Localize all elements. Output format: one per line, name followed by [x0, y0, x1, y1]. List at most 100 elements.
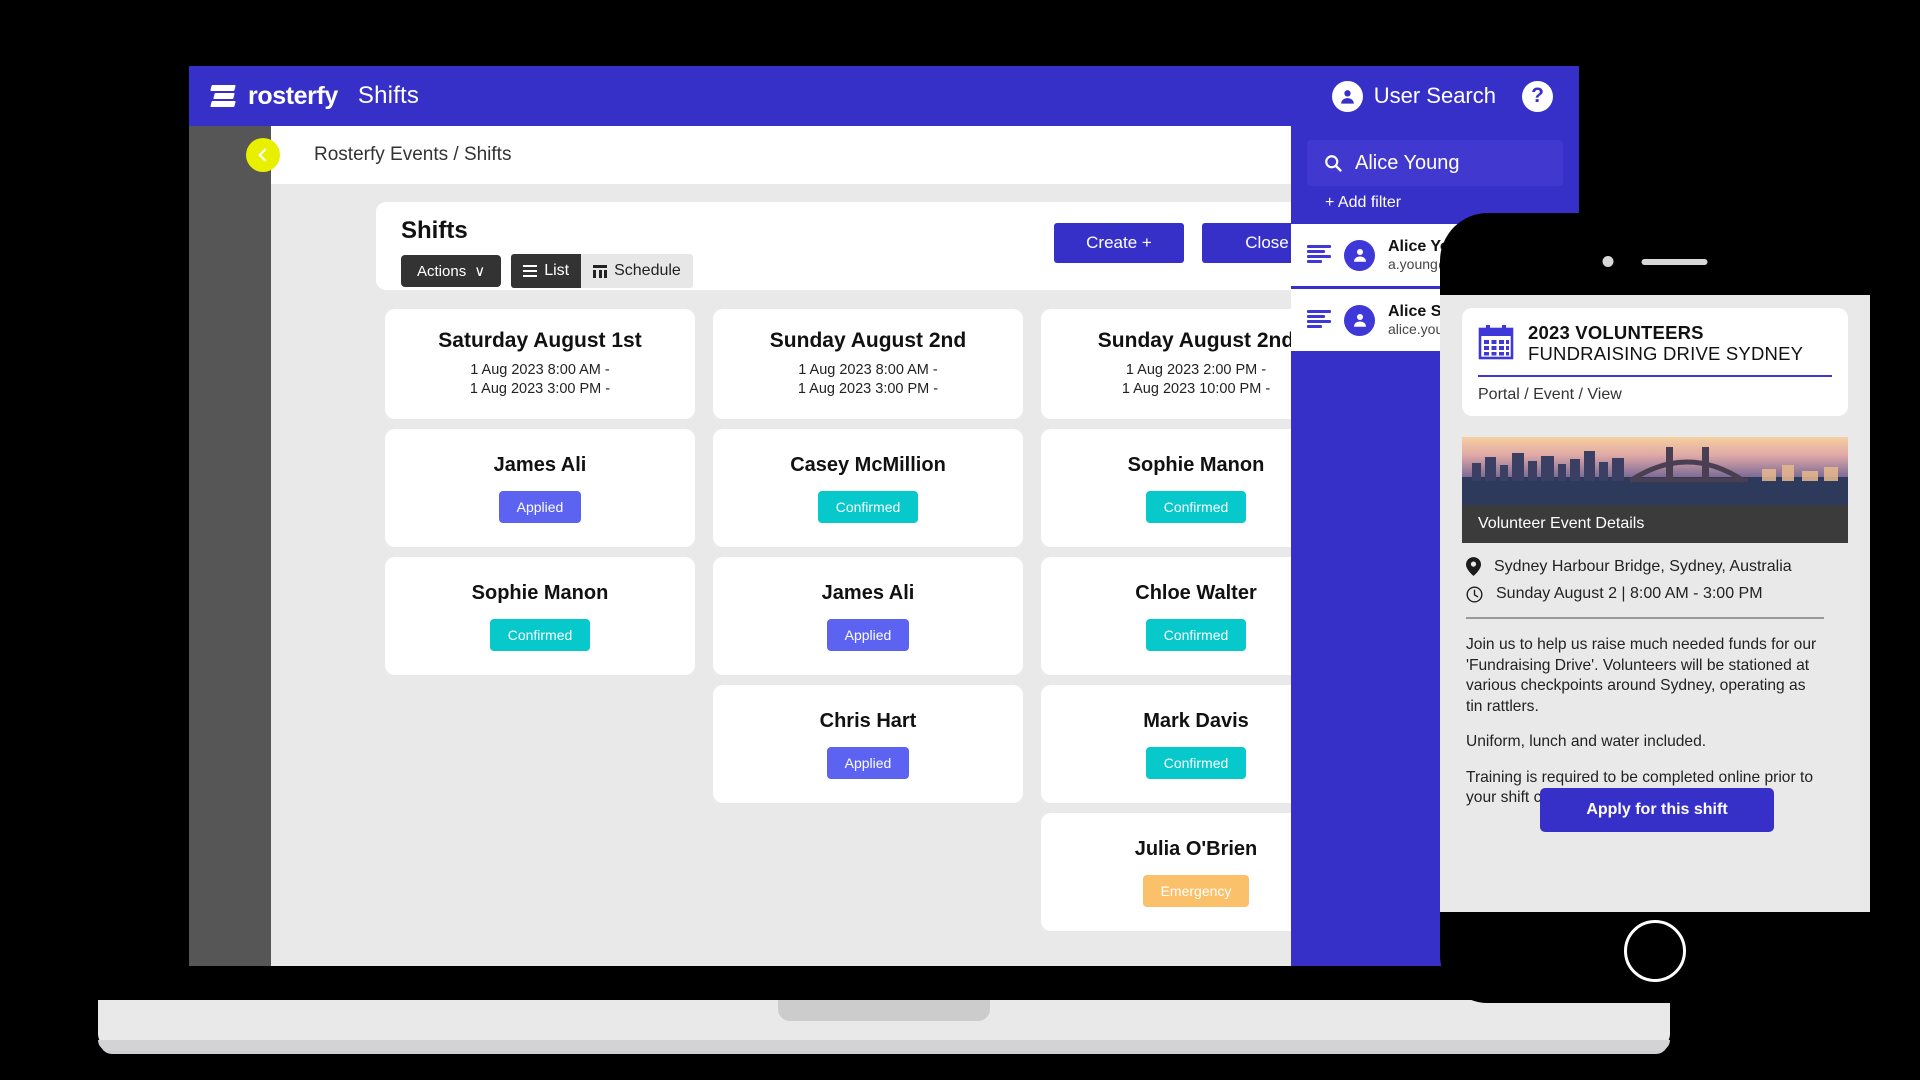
status-badge[interactable]: Applied: [498, 490, 582, 523]
volunteer-name: James Ali: [493, 453, 587, 476]
app-header: rosterfy Shifts User Search ?: [189, 66, 1579, 126]
close-button[interactable]: Close: [1202, 223, 1291, 263]
volunteer-card[interactable]: Chris Hart Applied: [713, 685, 1023, 803]
phone-home-button[interactable]: [1624, 920, 1686, 982]
page-title: Shifts: [357, 82, 420, 109]
volunteer-name: Casey McMillion: [790, 453, 946, 476]
search-input[interactable]: Alice Young: [1307, 140, 1563, 186]
datetime-row: Sunday August 2 | 8:00 AM - 3:00 PM: [1466, 585, 1848, 603]
shift-date-name: Sunday August 2nd: [1097, 329, 1291, 353]
phone-device: 2023 VOLUNTEERS FUNDRAISING DRIVE SYDNEY…: [1440, 213, 1870, 1003]
volunteer-name: Sophie Manon: [471, 581, 609, 604]
phone-speaker-assembly: [1602, 256, 1708, 267]
volunteer-name: Chloe Walter: [1135, 581, 1257, 604]
sidebar-collapse-button[interactable]: [246, 138, 280, 172]
status-badge[interactable]: Emergency: [1142, 874, 1250, 907]
status-badge[interactable]: Applied: [826, 618, 910, 651]
shift-date-name: Saturday August 1st: [438, 329, 642, 353]
grid-icon: [593, 264, 608, 278]
description-paragraph: Join us to help us raise much needed fun…: [1466, 636, 1817, 715]
app-body: Rosterfy Events / Shifts Shifts Actions …: [189, 126, 1579, 966]
shift-date-times: 1 Aug 2023 2:00 PM -1 Aug 2023 10:00 PM …: [1121, 362, 1271, 397]
shift-column: Sunday August 2nd 1 Aug 2023 2:00 PM -1 A…: [1032, 309, 1291, 941]
volunteer-name: Mark Davis: [1143, 709, 1249, 732]
breadcrumb: Rosterfy Events / Shifts: [314, 144, 512, 165]
status-badge[interactable]: Confirmed: [489, 618, 591, 651]
volunteer-card[interactable]: Chloe Walter Confirmed: [1041, 557, 1291, 675]
actions-dropdown[interactable]: Actions ∨: [401, 255, 502, 287]
user-icon: [1331, 80, 1363, 112]
shift-date-times: 1 Aug 2023 8:00 AM -1 Aug 2023 3:00 PM -: [797, 362, 939, 397]
status-badge[interactable]: Confirmed: [817, 490, 919, 523]
shift-date-name: Sunday August 2nd: [769, 329, 967, 353]
shifts-toolbar-card: Shifts Actions ∨ List Schedule Create + …: [376, 202, 1291, 290]
phone-screen: 2023 VOLUNTEERS FUNDRAISING DRIVE SYDNEY…: [1440, 295, 1870, 912]
location-row: Sydney Harbour Bridge, Sydney, Australia: [1466, 557, 1848, 576]
shift-column: Saturday August 1st 1 Aug 2023 8:00 AM -1…: [376, 309, 704, 941]
tab-schedule[interactable]: Schedule: [581, 254, 693, 288]
divider: [1478, 374, 1832, 377]
panel-buttons: Create + Close: [1054, 223, 1291, 263]
empty-slot: [713, 813, 1023, 931]
list-icon: [523, 265, 538, 277]
location-pin-icon: [1466, 557, 1481, 576]
volunteer-card[interactable]: James Ali Applied: [713, 557, 1023, 675]
help-icon[interactable]: ?: [1522, 80, 1553, 112]
user-search-label: User Search: [1373, 83, 1496, 108]
list-lines-icon: [1307, 245, 1331, 265]
status-badge[interactable]: Confirmed: [1145, 618, 1247, 651]
breadcrumb-bar: Rosterfy Events / Shifts: [271, 126, 1291, 184]
volunteer-card[interactable]: James Ali Applied: [385, 429, 695, 547]
tab-list[interactable]: List: [511, 254, 582, 288]
volunteer-name: Sophie Manon: [1127, 453, 1265, 476]
calendar-icon: [1478, 325, 1514, 360]
screenshot-stage: rosterfy Shifts User Search ? Rosterfy E…: [0, 0, 1920, 1080]
status-badge[interactable]: Confirmed: [1145, 746, 1247, 779]
shifts-grid: Saturday August 1st 1 Aug 2023 8:00 AM -1…: [376, 309, 1291, 941]
volunteer-name: Chris Hart: [819, 709, 917, 732]
rosterfy-logo-icon: [210, 83, 237, 109]
location-text: Sydney Harbour Bridge, Sydney, Australia: [1494, 557, 1792, 575]
user-search-button[interactable]: User Search: [1331, 80, 1496, 112]
apply-for-shift-button[interactable]: Apply for this shift: [1540, 788, 1774, 832]
phone-breadcrumb: Portal / Event / View: [1478, 385, 1622, 403]
shift-date-card[interactable]: Saturday August 1st 1 Aug 2023 8:00 AM -1…: [385, 309, 695, 419]
apply-button-row: Apply for this shift: [1466, 788, 1848, 832]
event-title: 2023 VOLUNTEERS FUNDRAISING DRIVE SYDNEY: [1528, 322, 1803, 365]
event-header-card: 2023 VOLUNTEERS FUNDRAISING DRIVE SYDNEY…: [1462, 308, 1848, 416]
datetime-text: Sunday August 2 | 8:00 AM - 3:00 PM: [1496, 585, 1763, 602]
volunteer-name: Julia O'Brien: [1134, 837, 1258, 860]
volunteer-card[interactable]: Mark Davis Confirmed: [1041, 685, 1291, 803]
avatar: [1344, 304, 1375, 336]
create-button[interactable]: Create +: [1054, 223, 1184, 263]
add-filter-link[interactable]: + Add filter: [1325, 194, 1401, 212]
shift-column: Sunday August 2nd 1 Aug 2023 8:00 AM -1 A…: [704, 309, 1032, 941]
brand-name: rosterfy: [248, 81, 338, 110]
event-header-row: 2023 VOLUNTEERS FUNDRAISING DRIVE SYDNEY: [1478, 322, 1832, 365]
meta-divider: [1466, 617, 1824, 619]
shift-date-card[interactable]: Sunday August 2nd 1 Aug 2023 8:00 AM -1 A…: [713, 309, 1023, 419]
status-badge[interactable]: Confirmed: [1145, 490, 1247, 523]
empty-slot: [385, 685, 695, 803]
shift-date-card[interactable]: Sunday August 2nd 1 Aug 2023 2:00 PM -1 A…: [1041, 309, 1291, 419]
status-badge[interactable]: Applied: [826, 746, 910, 779]
avatar: [1344, 239, 1375, 271]
phone-earpiece: [1641, 258, 1708, 265]
brand-logo[interactable]: rosterfy: [210, 81, 338, 111]
toolbar-controls: Actions ∨ List Schedule: [401, 254, 693, 288]
shifts-heading: Shifts: [401, 217, 468, 244]
volunteer-name: James Ali: [821, 581, 915, 604]
laptop-device: rosterfy Shifts User Search ? Rosterfy E…: [98, 0, 1670, 1051]
volunteer-card[interactable]: Sophie Manon Confirmed: [1041, 429, 1291, 547]
volunteer-card[interactable]: Julia O'Brien Emergency: [1041, 813, 1291, 931]
event-title-line2: FUNDRAISING DRIVE SYDNEY: [1528, 343, 1804, 365]
header-actions: User Search ?: [1331, 80, 1553, 112]
empty-slot: [385, 813, 695, 931]
chevron-left-icon: [258, 148, 267, 162]
volunteer-card[interactable]: Sophie Manon Confirmed: [385, 557, 695, 675]
volunteer-card[interactable]: Casey McMillion Confirmed: [713, 429, 1023, 547]
list-lines-icon: [1307, 310, 1331, 330]
event-hero-image: [1462, 437, 1848, 505]
tab-schedule-label: Schedule: [614, 262, 681, 279]
view-toggle: List Schedule: [511, 254, 693, 288]
